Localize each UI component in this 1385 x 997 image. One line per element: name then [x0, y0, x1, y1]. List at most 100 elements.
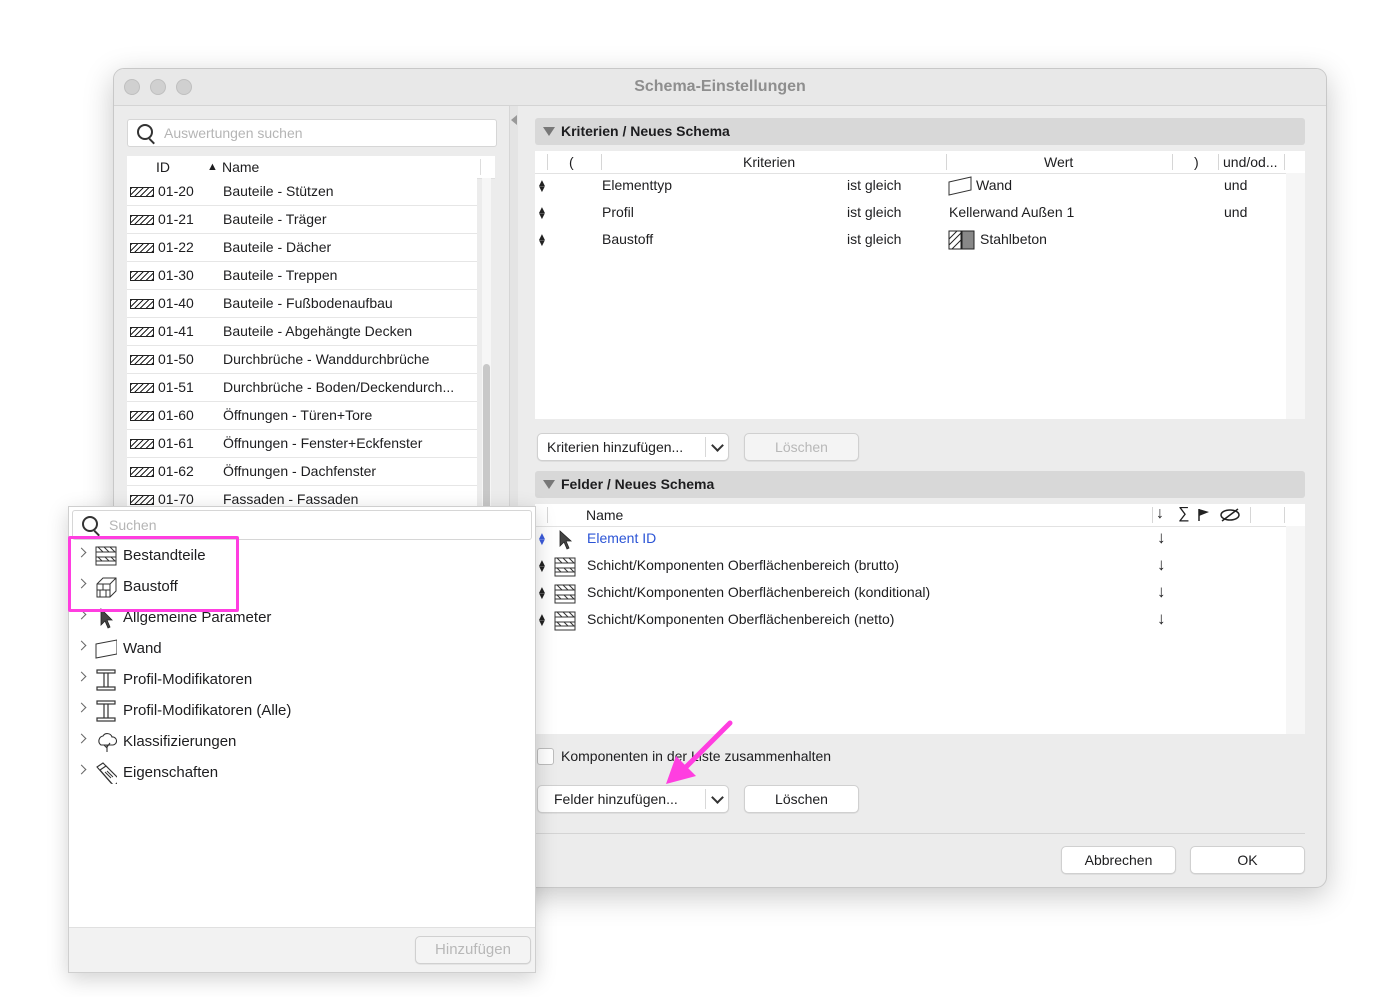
tree-item-wand[interactable]: Wand: [69, 636, 529, 666]
tree-item-label: Profil-Modifikatoren (Alle): [123, 702, 292, 719]
list-item[interactable]: 01-41 Bauteile - Abgehängte Decken: [127, 318, 477, 346]
list-item[interactable]: 01-21 Bauteile - Träger: [127, 206, 477, 234]
schedule-icon: [130, 439, 154, 449]
list-item[interactable]: 01-51 Durchbrüche - Boden/Deckendurch...: [127, 374, 477, 402]
criteria-row[interactable]: ▲ ▼ Elementtyp ist gleich Wand und: [535, 173, 1285, 200]
schedule-search-input[interactable]: Auswertungen suchen: [127, 119, 497, 147]
list-item[interactable]: 01-22 Bauteile - Dächer: [127, 234, 477, 262]
window-title: Schema-Einstellungen: [634, 78, 806, 95]
criteria-section-header[interactable]: Kriterien / Neues Schema: [535, 118, 1305, 145]
column-header-id[interactable]: ID: [156, 159, 170, 175]
scrollbar-thumb[interactable]: [483, 364, 490, 514]
field-row[interactable]: ▲ ▼ Schicht/Komponenten Oberflächenbereic…: [535, 553, 1285, 580]
chevron-right-icon[interactable]: [76, 640, 87, 651]
search-placeholder: Auswertungen suchen: [164, 125, 303, 141]
tree-item-eigenschaften[interactable]: Eigenschaften: [69, 760, 529, 790]
schedule-icon: [130, 271, 154, 281]
schedule-icon: [130, 467, 154, 477]
add-button[interactable]: Hinzufügen: [415, 936, 531, 964]
list-item[interactable]: 01-61 Öffnungen - Fenster+Eckfenster: [127, 430, 477, 458]
field-name: Element ID: [587, 530, 657, 546]
title-bar: Schema-Einstellungen: [114, 69, 1326, 106]
tree-icon: [98, 733, 117, 752]
cancel-button[interactable]: Abbrechen: [1061, 846, 1176, 874]
list-item[interactable]: 01-62 Öffnungen - Dachfenster: [127, 458, 477, 486]
column-header-criteria: Kriterien: [743, 154, 796, 170]
schedule-icon: [130, 299, 154, 309]
drag-handle-icon[interactable]: ▲ ▼: [537, 206, 547, 222]
field-row[interactable]: ▲ ▼ Schicht/Komponenten Oberflächenbereic…: [535, 580, 1285, 607]
chevron-right-icon[interactable]: [76, 702, 87, 713]
field-row[interactable]: ▲ ▼ Element ID ↓: [535, 526, 1285, 553]
sort-down-icon[interactable]: ↓: [1157, 609, 1166, 629]
schedule-icon: [130, 243, 154, 253]
collapse-left-icon[interactable]: [511, 115, 517, 125]
add-criteria-button[interactable]: Kriterien hinzufügen...: [537, 433, 729, 461]
delete-criteria-button[interactable]: Löschen: [744, 433, 859, 461]
criteria-operator: ist gleich: [847, 177, 902, 193]
list-item[interactable]: 01-20 Bauteile - Stützen: [127, 178, 477, 206]
chevron-down-icon[interactable]: [711, 439, 724, 452]
layers-icon: [554, 611, 576, 631]
list-item[interactable]: 01-50 Durchbrüche - Wanddurchbrüche: [127, 346, 477, 374]
criteria-value: Wand: [976, 177, 1013, 193]
criteria-value: Stahlbeton: [980, 231, 1047, 247]
fields-table: Name ↓ ∑ ▲ ▼ Element ID ↓ ▲ ▼ Schicht/Komp…: [535, 504, 1305, 734]
criteria-and-or: und: [1224, 204, 1248, 220]
schedule-icon: [130, 187, 154, 197]
tree-item-profil-modifikatoren-alle[interactable]: Profil-Modifikatoren (Alle): [69, 698, 529, 728]
layers-icon: [554, 557, 576, 577]
field-name: Schicht/Komponenten Oberflächenbereich (…: [587, 611, 895, 627]
popup-footer: Hinzufügen: [69, 927, 535, 972]
criteria-section-title: Kriterien / Neues Schema: [561, 123, 730, 139]
list-item[interactable]: 01-40 Bauteile - Fußbodenaufbau: [127, 290, 477, 318]
sort-down-icon[interactable]: ↓: [1157, 582, 1166, 602]
search-icon: [82, 516, 98, 532]
field-row[interactable]: ▲ ▼ Schicht/Komponenten Oberflächenbereic…: [535, 607, 1285, 634]
criteria-row[interactable]: ▲ ▼ Baustoff ist gleich Stahlbeton: [535, 227, 1285, 254]
drag-handle-icon[interactable]: ▲ ▼: [537, 586, 547, 602]
schedule-list-header: ID ▲ Name: [127, 156, 495, 179]
tree-item-klassifizierungen[interactable]: Klassifizierungen: [69, 729, 529, 759]
schedule-icon: [130, 215, 154, 225]
wall-icon: [948, 176, 972, 196]
list-item[interactable]: 01-30 Bauteile - Treppen: [127, 262, 477, 290]
list-scrollbar[interactable]: [482, 178, 491, 518]
sort-down-icon[interactable]: ↓: [1157, 555, 1166, 575]
chevron-right-icon[interactable]: [76, 764, 87, 775]
disclosure-triangle-icon[interactable]: [543, 480, 555, 489]
drag-handle-icon[interactable]: ▲ ▼: [537, 613, 547, 629]
field-name: Schicht/Komponenten Oberflächenbereich (…: [587, 557, 900, 573]
ok-button[interactable]: OK: [1190, 846, 1305, 874]
criteria-table: ( Kriterien Wert ) und/od... ▲ ▼ Elementt…: [535, 151, 1305, 419]
tree-item-profil-modifikatoren[interactable]: Profil-Modifikatoren: [69, 667, 529, 697]
wall-icon: [95, 639, 117, 659]
criteria-table-header: ( Kriterien Wert ) und/od...: [535, 151, 1305, 174]
add-fields-label: Felder hinzufügen...: [554, 791, 678, 807]
drag-handle-icon[interactable]: ▲ ▼: [537, 179, 547, 195]
concrete-material-icon: [948, 230, 975, 250]
column-header-name: Name: [586, 507, 624, 523]
column-header-and-or: und/od...: [1223, 154, 1278, 170]
fields-section-header[interactable]: Felder / Neues Schema: [535, 471, 1305, 498]
drag-handle-icon[interactable]: ▲ ▼: [537, 559, 547, 575]
tree-item-label: Profil-Modifikatoren: [123, 671, 253, 688]
delete-fields-button[interactable]: Löschen: [744, 785, 859, 813]
pink-arrow-annotation: [666, 720, 733, 784]
drag-handle-icon[interactable]: ▲ ▼: [537, 532, 547, 548]
chevron-down-icon[interactable]: [711, 791, 724, 804]
chevron-right-icon[interactable]: [76, 733, 87, 744]
sort-down-icon[interactable]: ↓: [1157, 528, 1166, 548]
popup-search-placeholder: Suchen: [109, 517, 157, 533]
flag-icon: [1198, 509, 1209, 521]
criteria-operator: ist gleich: [847, 204, 902, 220]
drag-handle-icon[interactable]: ▲ ▼: [537, 233, 547, 249]
column-header-name[interactable]: Name: [222, 159, 259, 175]
keep-components-together-checkbox[interactable]: [537, 748, 554, 765]
disclosure-triangle-icon[interactable]: [543, 127, 555, 136]
chevron-right-icon[interactable]: [76, 671, 87, 682]
fields-table-header: Name ↓ ∑: [535, 504, 1305, 527]
list-item[interactable]: 01-60 Öffnungen - Türen+Tore: [127, 402, 477, 430]
schedule-icon: [130, 495, 154, 505]
criteria-row[interactable]: ▲ ▼ Profil ist gleich Kellerwand Außen 1 …: [535, 200, 1285, 227]
